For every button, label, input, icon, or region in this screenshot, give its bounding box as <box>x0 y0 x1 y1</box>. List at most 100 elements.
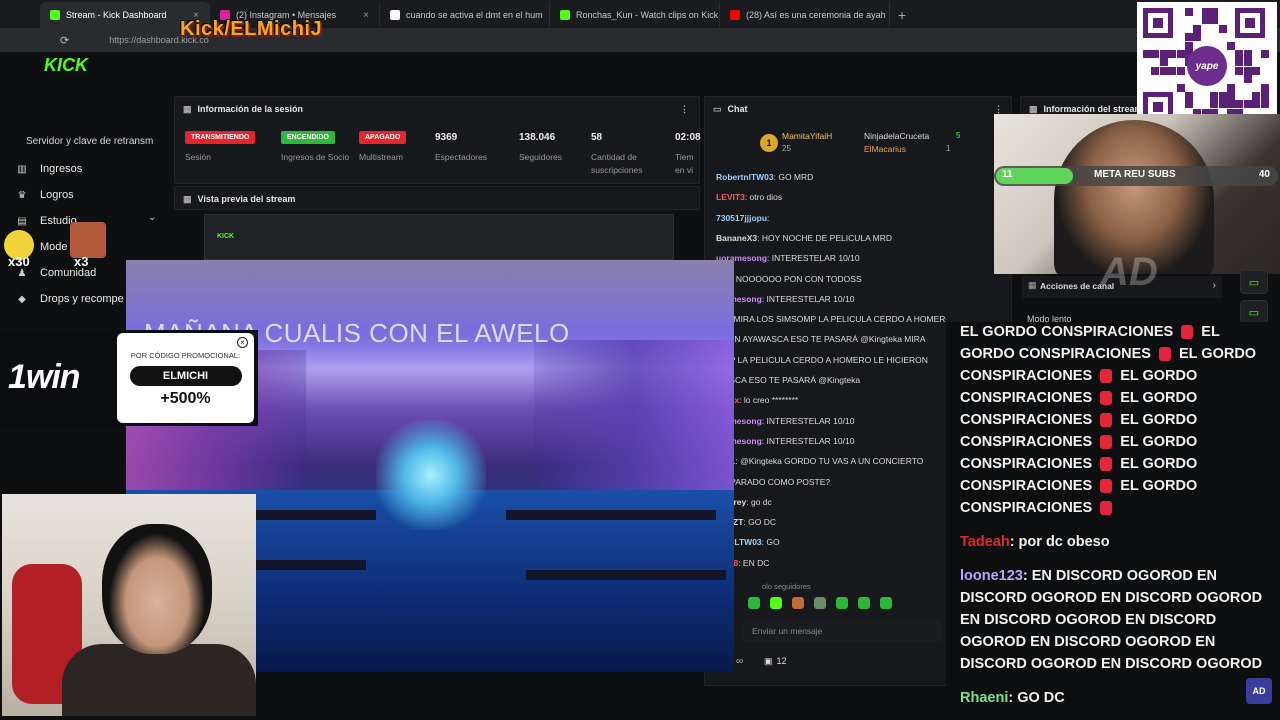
qr-module <box>1193 24 1202 33</box>
qr-module <box>1185 92 1193 100</box>
sidebar-item-ingresos[interactable]: ▥ Ingresos <box>0 156 172 182</box>
chat-message: _Biox: lo creo ******** <box>716 395 946 405</box>
stat-label: Tiem en vi <box>675 152 694 175</box>
more-options-icon[interactable]: ⋮ <box>680 104 689 115</box>
stat-value: 02:08 <box>675 131 701 143</box>
chat-text: : HOY NOCHE DE PELICULA MRD <box>757 232 893 243</box>
browser-tab[interactable]: (28) Así es una ceremonia de ayah× <box>720 2 890 28</box>
chat-message: ERON AYAWASCA ESO TE PASARÁ @Kingteka MI… <box>716 334 946 344</box>
chat-message: erthILTW03: GO <box>716 537 946 547</box>
mini-kick-logo: KICK <box>217 233 235 240</box>
tab-label: (28) Así es una ceremonia de ayah <box>746 10 886 20</box>
top-user-1[interactable]: MamitaYifaiH <box>782 131 832 141</box>
top-user-medal-icon: 1 <box>760 134 778 152</box>
top-user-1-count: 25 <box>782 144 791 153</box>
top-user-2[interactable]: NinjadelaCruceta <box>864 131 929 141</box>
emote-icon[interactable] <box>770 597 782 609</box>
overlay-chat-message: Rhaeni: GO DC <box>960 687 1270 709</box>
chat-text: : @Kingteka GORDO TU VAS A UN CONCIERTO <box>735 456 924 467</box>
qr-module <box>1235 50 1244 58</box>
chevron-right-icon[interactable]: › <box>1213 280 1216 291</box>
emote-icon[interactable] <box>858 597 870 609</box>
new-tab-button[interactable]: + <box>890 2 914 28</box>
chat-username[interactable]: 730517jjjopu <box>716 213 767 223</box>
preview-icon: ▦ <box>183 193 192 204</box>
stat-label: Espectadores <box>435 152 487 162</box>
overlay-chat-username: loone123 <box>960 568 1023 584</box>
browser-tab[interactable]: cuando se activa el dmt en el hum× <box>380 2 550 28</box>
chat-username[interactable]: BananeX3 <box>716 233 757 243</box>
sub-goal-target: 40 <box>1258 169 1270 180</box>
qr-module <box>1243 100 1252 109</box>
qr-module <box>1227 92 1235 100</box>
session-info-title: Información de la sesión <box>197 104 304 114</box>
close-icon[interactable]: × <box>237 337 248 348</box>
chat-message: oramesong: INTERESTELAR 10/10 <box>716 416 946 426</box>
chat-options-icon[interactable]: ⋮ <box>994 104 1003 115</box>
person-head <box>102 524 212 654</box>
chat-title: Chat <box>727 104 748 114</box>
chevron-down-icon[interactable]: ⌄ <box>148 212 156 223</box>
browser-tab[interactable]: Ronchas_Kun - Watch clips on Kick× <box>550 2 720 28</box>
sub-goal-label: META REU SUBS <box>1094 169 1176 180</box>
emote-icon[interactable] <box>748 597 760 609</box>
heart-emote-icon <box>1100 413 1113 428</box>
qr-module <box>1260 50 1269 58</box>
chat-top-users: 1 MamitaYifaiH 25 NinjadelaCruceta 5 ElM… <box>760 128 980 158</box>
status-badge-multistream: APAGADO <box>359 130 407 144</box>
chat-message: oramesong: INTERESTELAR 10/10 <box>716 436 946 446</box>
heart-emote-icon <box>1158 347 1171 362</box>
viewer-count: ▣ 12 <box>764 656 787 667</box>
qr-module <box>1227 41 1235 50</box>
top-user-2-count: 5 <box>956 131 961 140</box>
chat-text: : lo creo ******** <box>739 395 799 406</box>
qr-module <box>1235 100 1244 109</box>
desk-row <box>506 510 716 520</box>
chat-message: one: <box>716 578 946 588</box>
overlay-chat-message: loone123: EN DISCORD OGOROD EN DISCORD O… <box>960 565 1270 675</box>
qr-module <box>1176 66 1185 75</box>
sidebar-item-logros[interactable]: ♛ Logros <box>0 182 172 208</box>
screen: { "browser": { "tabs": [ {"label": "Stre… <box>0 0 1280 720</box>
top-user-3[interactable]: ElMacarius <box>864 144 906 154</box>
chat-username[interactable]: LEVIT3 <box>716 192 745 202</box>
emote-icon[interactable] <box>814 597 826 609</box>
qr-module <box>1151 66 1160 75</box>
qr-module <box>1218 92 1227 100</box>
overlay-chat-message: Tadeah: por dc obeso <box>960 531 1270 553</box>
status-caption: Sesión <box>185 152 211 162</box>
stat-viewers: 9369 Espectadores <box>435 129 515 164</box>
qr-module <box>1185 8 1193 16</box>
viewer-count-value: 12 <box>776 656 787 666</box>
emote-icon[interactable] <box>880 597 892 609</box>
desk-row <box>526 570 726 580</box>
stat-time-live: 02:08 Tiem en vi <box>675 129 701 177</box>
chat-settings-icon[interactable]: ∞ <box>736 656 743 667</box>
chat-message: er0: MIRA LOS SIMSOMP LA PELICULA CERDO … <box>716 314 946 324</box>
chat-message: RobertnlTW03: GO MRD <box>716 172 946 182</box>
emote-icon[interactable] <box>792 597 804 609</box>
overlay-chat-username: Rhaeni <box>960 690 1009 706</box>
chat-action-button[interactable]: ▭ <box>1240 270 1268 294</box>
chat-overlay: EL GORDO CONSPIRACIONES EL GORDO CONSPIR… <box>946 322 1280 720</box>
qr-module <box>1185 100 1193 109</box>
info-icon: ▦ <box>183 103 192 114</box>
overlay-chat-username: Tadeah <box>960 534 1010 550</box>
tab-label: cuando se activa el dmt en el hum <box>406 10 543 20</box>
emote-icon[interactable] <box>836 597 848 609</box>
qr-module <box>1252 100 1261 109</box>
overlay-chat-text: EL GORDO CONSPIRACIONES EL GORDO CONSPIR… <box>960 324 1257 516</box>
yape-logo-icon: yape <box>1187 46 1227 86</box>
qr-module <box>1227 83 1235 92</box>
activity-feed: KICK <box>0 0 175 150</box>
promo-code: ELMICHI <box>129 366 242 386</box>
status-caption: Multistream <box>359 152 403 162</box>
sidebar-item-label: Drops y recompe <box>40 293 124 305</box>
emote-count: x30 <box>8 254 30 269</box>
chat-username[interactable]: RobertnlTW03 <box>716 172 774 182</box>
promo-bonus: +500% <box>160 390 211 407</box>
close-tab-icon[interactable]: × <box>363 10 369 21</box>
heart-emote-icon <box>1100 501 1113 516</box>
chat-input[interactable]: Enviar un mensaje <box>742 620 942 642</box>
emote-combo: x30 x3 <box>4 222 106 272</box>
